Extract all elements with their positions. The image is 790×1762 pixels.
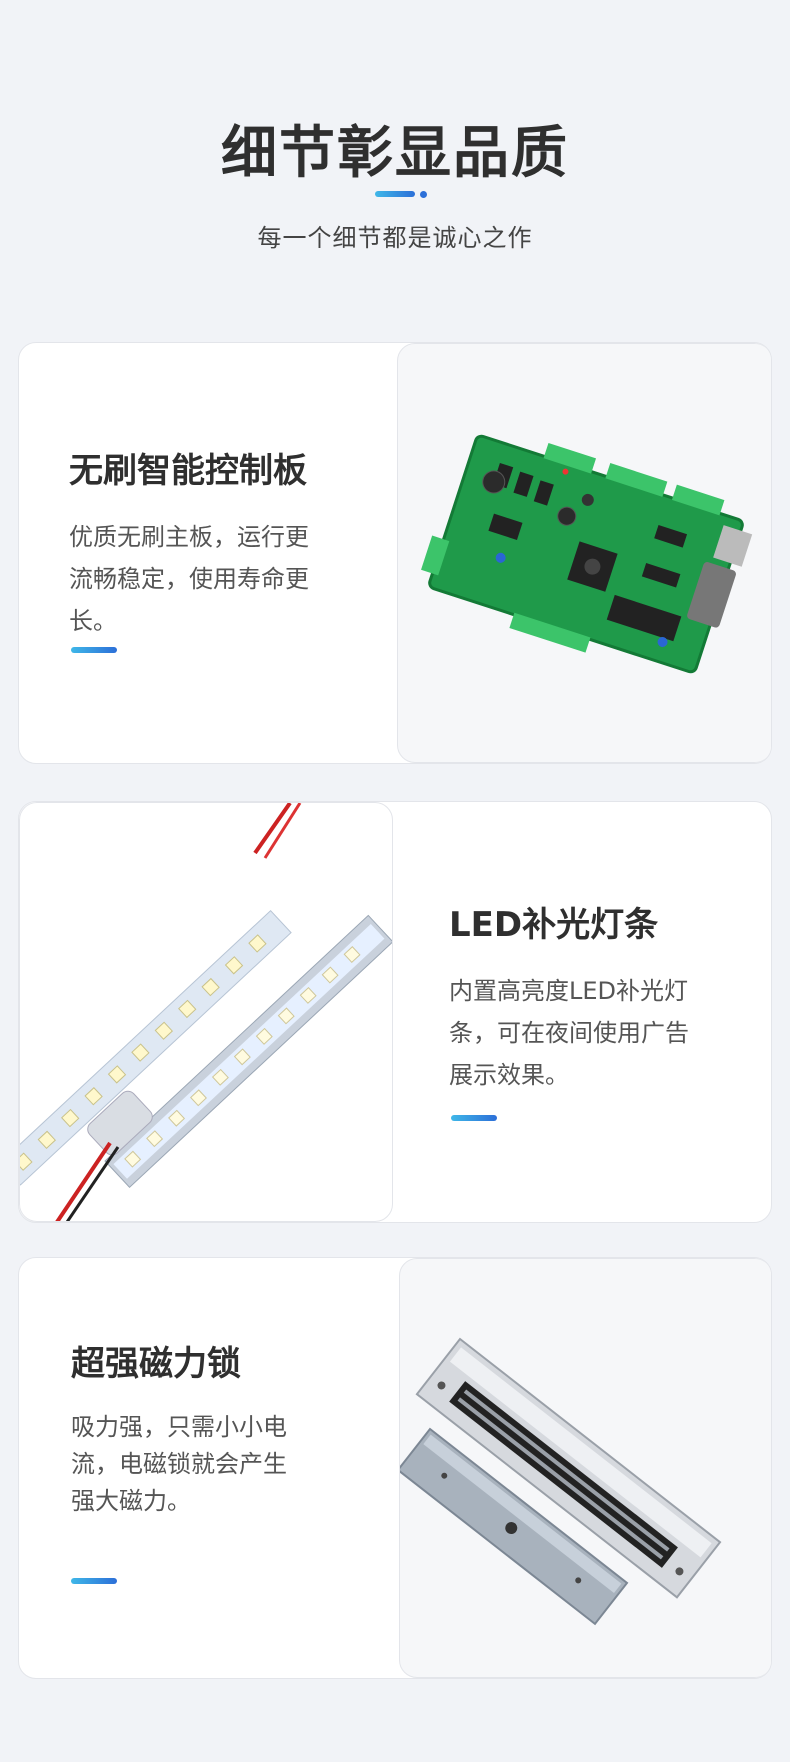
feature-text: LED补光灯条 内置高亮度LED补光灯条，可在夜间使用广告展示效果。 (449, 897, 749, 1096)
feature-text: 无刷智能控制板 优质无刷主板，运行更流畅稳定，使用寿命更长。 (69, 443, 369, 642)
feature-title: 无刷智能控制板 (69, 451, 307, 491)
feature-card-magnetic-lock: 超强磁力锁 吸力强，只需小小电流，电磁锁就会产生强大磁力。 (18, 1257, 772, 1679)
accent-bar (71, 647, 117, 653)
title-underline (375, 191, 415, 197)
feature-description: 吸力强，只需小小电流，电磁锁就会产生强大磁力。 (71, 1413, 287, 1515)
pcb-board-image (397, 343, 771, 763)
section-subtitle: 每一个细节都是诚心之作 (257, 224, 533, 252)
feature-text: 超强磁力锁 吸力强，只需小小电流，电磁锁就会产生强大磁力。 (71, 1336, 371, 1520)
feature-card-controller: 无刷智能控制板 优质无刷主板，运行更流畅稳定，使用寿命更长。 (18, 342, 772, 764)
section-title: 细节彰显品质 (221, 121, 569, 186)
feature-card-led: LED补光灯条 内置高亮度LED补光灯条，可在夜间使用广告展示效果。 (18, 801, 772, 1223)
feature-title: LED补光灯条 (449, 905, 659, 945)
feature-title: 超强磁力锁 (71, 1344, 241, 1384)
feature-description: 优质无刷主板，运行更流畅稳定，使用寿命更长。 (69, 523, 309, 635)
title-underline-dot (420, 191, 427, 198)
magnetic-lock-image (399, 1258, 771, 1678)
section-header: 细节彰显品质 每一个细节都是诚心之作 (0, 0, 790, 300)
accent-bar (451, 1115, 497, 1121)
feature-description: 内置高亮度LED补光灯条，可在夜间使用广告展示效果。 (449, 977, 689, 1089)
led-strip-image (19, 802, 393, 1222)
accent-bar (71, 1578, 117, 1584)
